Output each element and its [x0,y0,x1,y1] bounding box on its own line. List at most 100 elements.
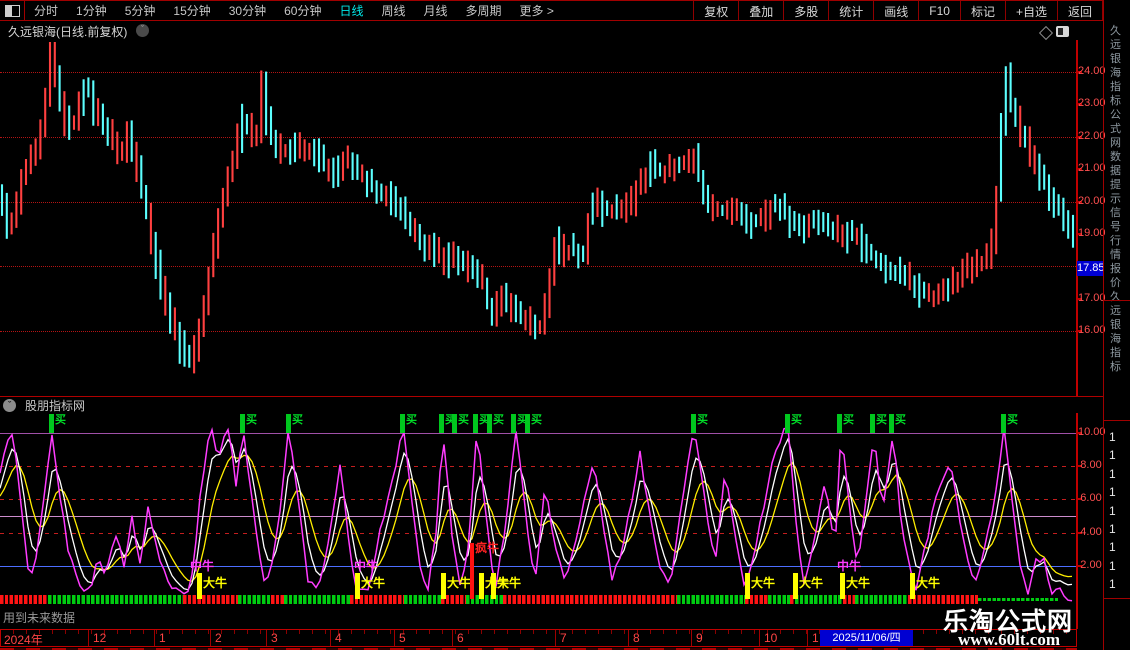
month-divider [88,630,89,646]
kdj-label: 2.00 [1078,559,1104,571]
price-label: 22.00 [1078,130,1104,142]
crazy-bull-label: 疯牛 [475,539,499,556]
panel-divider [0,396,1103,397]
month-label: 3 [271,631,278,645]
indicator-name[interactable]: 股朋指标网 [25,397,85,414]
toolbar-button-4[interactable]: 统计 [828,1,873,20]
toolbar-button-1[interactable]: 复权 [693,1,738,20]
ribbon-segment [768,595,790,604]
buy-signal-flag: 买 [452,414,469,434]
future-data-warning: 用到未来数据 [3,609,75,626]
period-item-1[interactable]: 分时 [25,2,67,19]
title-row: 久远银海(日线.前复权) ˇ [0,20,1103,40]
buy-flag-label: 买 [55,414,66,426]
big-bull-bar [491,573,496,599]
month-divider [759,630,760,646]
price-label: 21.00 [1078,162,1104,174]
buy-flag-label: 买 [246,414,257,426]
period-item-3[interactable]: 5分钟 [116,2,165,19]
stock-title: 久远银海(日线.前复权) [8,23,127,40]
layout-toggle-button[interactable] [0,1,25,20]
buy-flag-label: 买 [697,414,708,426]
period-toolbar: 分时1分钟5分钟15分钟30分钟60分钟日线周线月线多周期更多 > 复权叠加多股… [0,0,1103,21]
buy-signal-flag: 买 [1001,414,1018,434]
period-item-9[interactable]: 月线 [415,2,457,19]
period-item-11[interactable]: 更多 > [511,2,563,19]
toolbar-button-3[interactable]: 多股 [783,1,828,20]
price-label: 23.00 [1078,97,1104,109]
ribbon-segment [0,595,48,604]
big-bull-bar [355,573,360,599]
buy-signal-flag: 买 [785,414,802,434]
buy-flag-bar [240,414,245,433]
buy-flag-label: 买 [458,414,469,426]
period-item-4[interactable]: 15分钟 [164,2,219,19]
kdj-label: 10.00 [1078,426,1104,438]
buy-flag-bar [49,414,54,433]
buy-flag-bar [1001,414,1006,433]
toolbar-button-9[interactable]: 返回 [1057,1,1103,20]
buy-flag-bar [525,414,530,433]
month-divider [555,630,556,646]
right-strip-digits: 1 1 1 1 1 1 1 1 1 [1109,428,1116,594]
diamond-icon[interactable] [1039,26,1053,40]
price-label: 24.00 [1078,65,1104,77]
buy-flag-bar [889,414,894,433]
ribbon-segment [271,595,284,604]
period-item-8[interactable]: 周线 [372,2,414,19]
strip-divider [1104,420,1130,421]
buy-signal-flag: 买 [837,414,854,434]
watermark-site-url: www.60lt.com [958,630,1060,650]
big-bull-bar [840,573,845,599]
ribbon-segment [183,595,238,604]
period-item-10[interactable]: 多周期 [457,2,511,19]
toolbar-button-2[interactable]: 叠加 [738,1,783,20]
period-item-7[interactable]: 日线 [330,2,372,19]
candlestick-chart[interactable] [0,40,1076,396]
big-bull-label: 大牛 [497,574,521,591]
month-divider [807,630,808,646]
ribbon-segment [855,595,908,604]
kdj-label: 8.00 [1078,459,1104,471]
indicator-chevron-icon[interactable]: ˇ [3,399,16,412]
big-bull-label: 大牛 [916,574,940,591]
big-bull-bar [441,573,446,599]
buy-flag-bar [870,414,875,433]
big-bull-label: 大牛 [799,574,823,591]
month-divider [452,630,453,646]
kdj-label: 4.00 [1078,526,1104,538]
right-strip-clipped-text: 久远银海指标公式网数据提示信号行情报价久远银海指标 [1110,24,1130,374]
mid-bull-label: 中牛 [837,557,861,574]
toolbar-button-7[interactable]: 标记 [960,1,1005,20]
buy-flag-bar [400,414,405,433]
period-item-6[interactable]: 60分钟 [275,2,330,19]
month-label: 1 [812,631,819,645]
big-bull-label: 大牛 [361,574,385,591]
chevron-down-icon[interactable]: ˇ [136,24,149,37]
kdj-axis-line [1076,413,1078,629]
window-icon[interactable] [1056,26,1069,37]
kdj-panel[interactable]: 大牛大牛大牛大牛大牛大牛大牛大牛大牛中牛中牛中牛疯牛 买买买买买买买买买买买买买… [0,413,1076,629]
big-bull-label: 大牛 [846,574,870,591]
month-label: 4 [335,631,342,645]
buy-signal-flag: 买 [49,414,66,434]
toolbar-actions: 复权叠加多股统计画线F10标记+自选返回 [693,1,1103,20]
toolbar-button-6[interactable]: F10 [918,1,960,20]
period-item-2[interactable]: 1分钟 [67,2,116,19]
big-bull-label: 大牛 [203,574,227,591]
toolbar-button-5[interactable]: 画线 [873,1,918,20]
buy-flag-bar [691,414,696,433]
month-label: 12 [93,631,106,645]
toolbar-button-8[interactable]: +自选 [1005,1,1057,20]
buy-flag-bar [439,414,444,433]
buy-signal-flag: 买 [286,414,303,434]
ribbon-segment [677,595,745,604]
candles-layer [0,40,1076,396]
period-item-5[interactable]: 30分钟 [220,2,275,19]
ribbon-segment [795,595,843,604]
big-bull-bar [479,573,484,599]
month-divider [691,630,692,646]
buy-signal-flag: 买 [240,414,257,434]
kdj-label: 6.00 [1078,492,1104,504]
right-side-strip: 久远银海指标公式网数据提示信号行情报价久远银海指标 1 1 1 1 1 1 1 … [1103,0,1130,650]
